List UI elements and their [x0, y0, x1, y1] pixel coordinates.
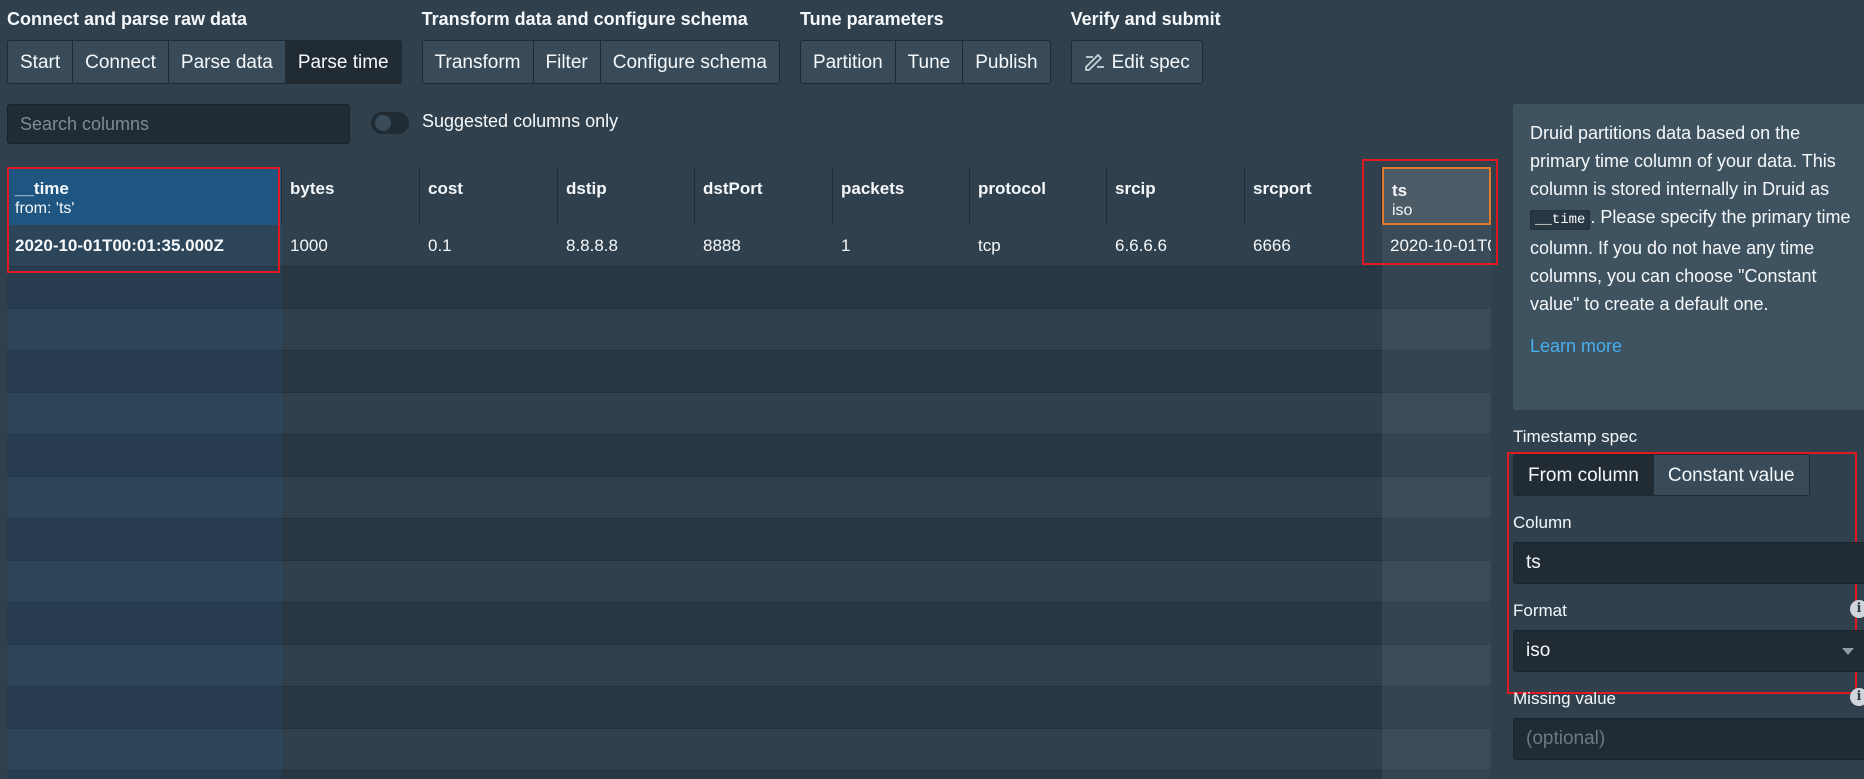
column-header-dstip[interactable]: dstip: [558, 167, 695, 225]
format-value: iso: [1526, 640, 1551, 661]
step-start-button[interactable]: Start: [7, 40, 73, 84]
step-publish-button[interactable]: Publish: [962, 40, 1051, 84]
column-name: packets: [841, 179, 905, 198]
learn-more-link[interactable]: Learn more: [1530, 332, 1622, 360]
step-parse-data-button[interactable]: Parse data: [167, 40, 285, 84]
column-label-text: Column: [1513, 513, 1572, 532]
step-buttons: Partition Tune Publish: [799, 40, 1051, 84]
missing-value-info-icon[interactable]: i: [1850, 688, 1864, 706]
missing-value-label: Missing value i: [1513, 688, 1864, 710]
column-header-bytes[interactable]: bytes: [282, 167, 420, 225]
column-label: Column: [1513, 512, 1864, 534]
column-name: cost: [428, 179, 463, 198]
constant-value-button[interactable]: Constant value: [1653, 454, 1810, 496]
step-group-transform: Transform data and configure schema Tran…: [421, 8, 780, 84]
edit-spec-label: Edit spec: [1111, 52, 1190, 73]
parse-time-panel: Druid partitions data based on the prima…: [1513, 104, 1864, 760]
step-connect-button[interactable]: Connect: [72, 40, 168, 84]
step-group-title: Connect and parse raw data: [7, 9, 248, 29]
from-column-button[interactable]: From column: [1513, 454, 1654, 496]
step-parse-time-button[interactable]: Parse time: [284, 40, 402, 84]
step-configure-schema-button[interactable]: Configure schema: [599, 40, 780, 84]
caret-down-icon: [1842, 648, 1854, 655]
column-subtitle: iso: [1392, 202, 1413, 219]
format-label-text: Format: [1513, 601, 1567, 620]
step-buttons: Transform Filter Configure schema: [421, 40, 780, 84]
column-header-cost[interactable]: cost: [420, 167, 558, 225]
step-group-title: Transform data and configure schema: [421, 9, 748, 29]
table-cell[interactable]: 0.1: [420, 225, 558, 267]
missing-value-input[interactable]: (optional): [1513, 718, 1864, 760]
column-header-ts[interactable]: ts iso: [1382, 167, 1491, 225]
table-cell[interactable]: 6666: [1245, 225, 1382, 267]
edit-spec-icon: [1084, 53, 1104, 71]
step-group-verify: Verify and submit Edit spec: [1070, 8, 1221, 84]
column-name: __time: [15, 179, 69, 198]
column-name: ts: [1392, 181, 1408, 200]
table-cell[interactable]: 1: [833, 225, 970, 267]
column-header-srcport[interactable]: srcport: [1245, 167, 1382, 225]
step-tune-button[interactable]: Tune: [894, 40, 963, 84]
info-callout: Druid partitions data based on the prima…: [1513, 104, 1864, 410]
column-name: protocol: [978, 179, 1046, 198]
info-text: Druid partitions data based on the prima…: [1530, 123, 1836, 199]
step-group-title: Verify and submit: [1070, 9, 1221, 29]
column-header-protocol[interactable]: protocol: [970, 167, 1107, 225]
format-label: Format i: [1513, 600, 1864, 622]
step-edit-spec-button[interactable]: Edit spec: [1070, 40, 1203, 84]
column-header-dstPort[interactable]: dstPort: [695, 167, 833, 225]
column-header-srcip[interactable]: srcip: [1107, 167, 1245, 225]
table-cell[interactable]: tcp: [970, 225, 1107, 267]
search-columns-input[interactable]: [7, 104, 350, 144]
ts-column-shade: [1382, 225, 1491, 779]
timestamp-spec-label: Timestamp spec: [1513, 426, 1864, 448]
suggested-columns-label: Suggested columns only: [422, 111, 619, 131]
column-input[interactable]: ts: [1513, 542, 1864, 584]
format-info-icon[interactable]: i: [1850, 600, 1864, 618]
time-code: __time: [1530, 210, 1591, 230]
format-select[interactable]: iso: [1513, 630, 1864, 672]
column-name: bytes: [290, 179, 335, 198]
column-name: srcport: [1253, 179, 1312, 198]
missing-value-text: Missing value: [1513, 689, 1616, 708]
column-name: dstPort: [703, 179, 763, 198]
column-header-packets[interactable]: packets: [833, 167, 970, 225]
wizard-steps: Connect and parse raw data Start Connect…: [7, 8, 1241, 84]
column-name: dstip: [566, 179, 607, 198]
timestamp-spec-options: From column Constant value: [1513, 454, 1864, 496]
toggle-knob: [375, 115, 391, 131]
column-subtitle: from: 'ts': [15, 200, 75, 217]
step-buttons: Edit spec: [1070, 40, 1221, 84]
step-group-tune: Tune parameters Partition Tune Publish: [799, 8, 1051, 84]
table-cell[interactable]: 8.8.8.8: [558, 225, 695, 267]
column-preview-table: __time from: 'ts' bytes cost dstip dstPort pac…: [7, 167, 1491, 779]
table-cell[interactable]: 2020-10-01T0: [1382, 225, 1491, 267]
table-cell[interactable]: 8888: [695, 225, 833, 267]
step-partition-button[interactable]: Partition: [799, 40, 895, 84]
time-column-shade: [7, 225, 282, 779]
table-cell[interactable]: 1000: [282, 225, 420, 267]
step-group-title: Tune parameters: [799, 9, 944, 29]
column-name: srcip: [1115, 179, 1156, 198]
suggested-columns-toggle[interactable]: [371, 112, 409, 134]
step-transform-button[interactable]: Transform: [421, 40, 533, 84]
timestamp-spec-text: Timestamp spec: [1513, 427, 1638, 446]
step-buttons: Start Connect Parse data Parse time: [7, 40, 402, 84]
table-cell[interactable]: 6.6.6.6: [1107, 225, 1245, 267]
step-filter-button[interactable]: Filter: [532, 40, 600, 84]
column-header-time[interactable]: __time from: 'ts': [7, 167, 282, 225]
step-group-connect: Connect and parse raw data Start Connect…: [7, 8, 402, 84]
table-cell[interactable]: 2020-10-01T00:01:35.000Z: [7, 225, 282, 267]
